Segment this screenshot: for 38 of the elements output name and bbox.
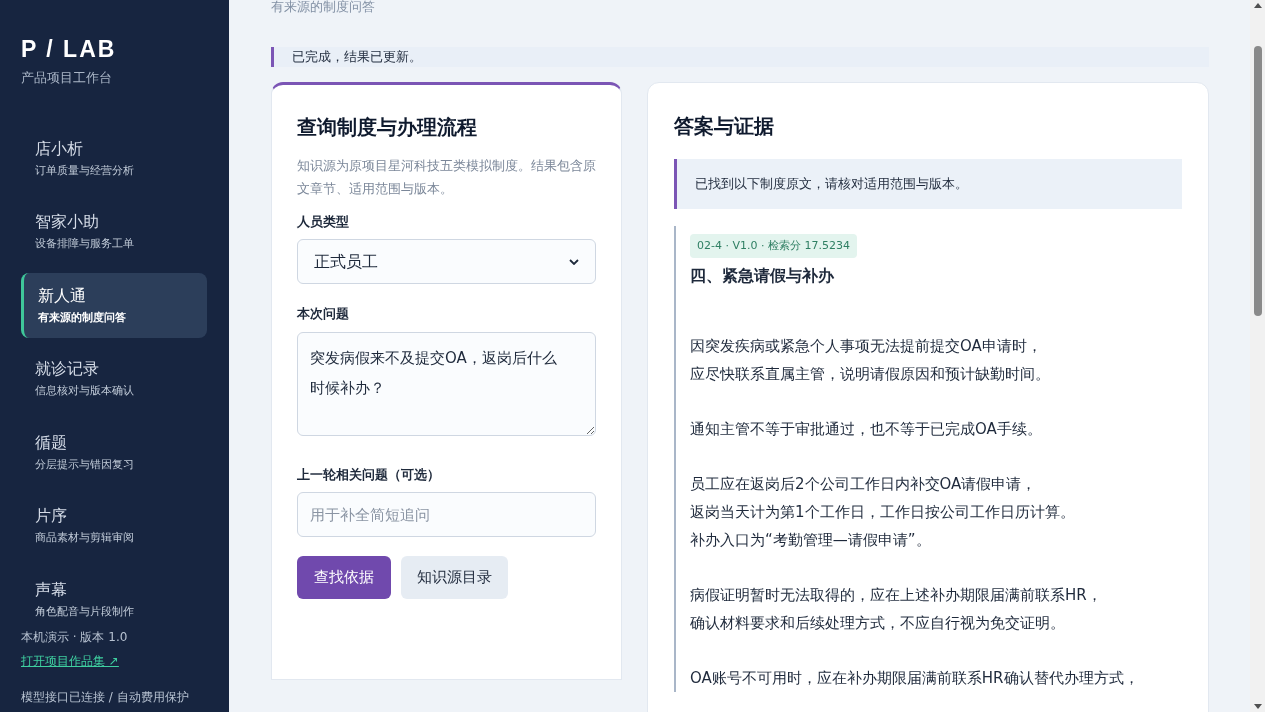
evidence-tag: 02-4 · V1.0 · 检索分 17.5234	[690, 233, 857, 258]
field-label: 本次问题	[297, 305, 350, 323]
scrollbar-thumb[interactable]	[1253, 46, 1262, 316]
scrollbar[interactable]	[1250, 0, 1265, 712]
chevron-down-icon	[569, 258, 579, 265]
evidence-paragraph: 因突发疾病或紧急个人事项无法提前提交OA申请时， 应尽快联系直属主管，说明请假原因和预计缺勤时间。	[690, 336, 1051, 385]
nav-item[interactable]: 片序 商品素材与剪辑审阅	[21, 493, 207, 559]
card-title: 答案与证据	[674, 112, 775, 140]
evidence-paragraph: 病假证明暂时无法取得的，应在上述补办期限届满前联系HR， 确认材料要求和后续处理方式，不应自行视为免交证明。	[690, 585, 1103, 634]
evidence-heading: 四、紧急请假与补办	[690, 265, 835, 287]
card-description: 知识源为原项目星河科技五类模拟制度。结果包含原文章节、适用范围与版本。	[297, 156, 596, 198]
logo: P / LAB	[21, 35, 118, 64]
previous-question-field[interactable]: 用于补全简短追问	[297, 492, 596, 537]
field-label: 人员类型	[297, 212, 350, 231]
scroll-down-icon[interactable]	[1253, 704, 1262, 709]
card-title: 查询制度与办理流程	[297, 113, 478, 141]
catalog-button[interactable]: 知识源目录	[401, 556, 508, 599]
evidence-paragraph: 通知主管不等于审批通过，也不等于已完成OA手续。	[690, 419, 1043, 440]
field-label: 上一轮相关问题（可选）	[297, 465, 441, 484]
version-text: 本机演示 · 版本 1.0	[21, 629, 129, 646]
person-type-select[interactable]: 正式员工	[297, 239, 596, 284]
nav-item[interactable]: 声幕 角色配音与片段制作	[21, 566, 207, 632]
answer-notice: 已找到以下制度原文，请核对适用范围与版本。	[674, 158, 1182, 209]
evidence-paragraph: 员工应在返岗后2个公司工作日内补交OA请假申请， 返岗当天计为第1个工作日，工作日按公司工作日历计算。 补办入口为“考勤管理—请假申请”。	[690, 474, 1076, 551]
nav-item[interactable]: 就诊记录 信息核对与版本确认	[21, 346, 207, 412]
page-subtitle: 有来源的制度问答	[271, 0, 376, 14]
status-text: 模型接口已连接 / 自动费用保护	[21, 689, 190, 706]
nav-item[interactable]: 店小析 订单质量与经营分析	[21, 125, 207, 191]
tagline: 产品项目工作台	[21, 69, 113, 87]
portfolio-link[interactable]: 打开项目作品集 ↗	[21, 652, 207, 670]
nav-item[interactable]: 新人通 有来源的制度问答	[21, 272, 207, 338]
scroll-up-icon[interactable]	[1253, 3, 1262, 8]
question-field[interactable]: 突发病假来不及提交OA，返岗后什么时候补办？	[297, 331, 596, 436]
evidence-paragraph: OA账号不可用时，应在补办期限届满前联系HR确认替代办理方式，	[690, 668, 1140, 689]
nav-item[interactable]: 智家小助 设备排障与服务工单	[21, 199, 207, 265]
search-button[interactable]: 查找依据	[297, 556, 391, 599]
nav-item[interactable]: 循题 分层提示与错因复习	[21, 419, 207, 485]
notice-banner: 已完成，结果已更新。	[271, 47, 1209, 67]
